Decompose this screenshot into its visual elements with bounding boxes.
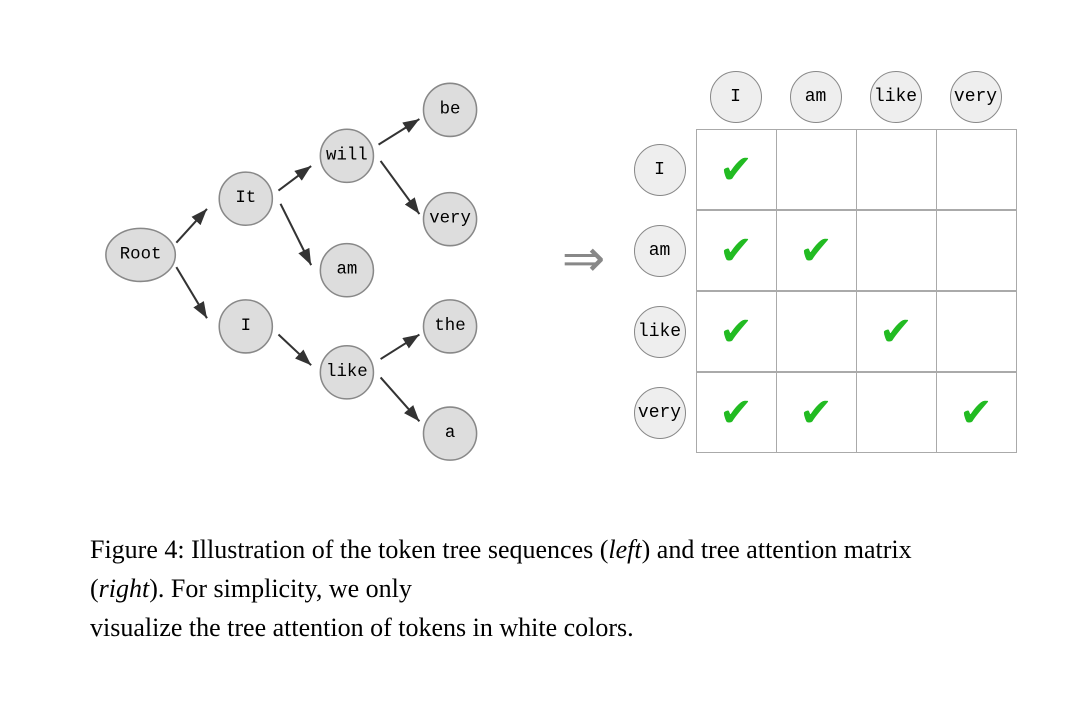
row-header-circle: very [634,387,686,439]
row-header-circle: I [634,144,686,196]
implication-arrow: ⇒ [562,234,606,286]
matrix-cell [937,211,1017,291]
matrix-cell: ✔ [777,373,857,453]
matrix-cell [777,130,857,210]
matrix-cells: ✔ [696,129,1017,210]
matrix-cell: ✔ [777,211,857,291]
caption-figure: Figure 4: [90,535,185,564]
matrix-cell: ✔ [697,373,777,453]
caption-italic2: right [99,574,150,603]
row-header-cell: very [624,387,696,439]
matrix-row: I✔ [624,129,1017,210]
col-header-circle: very [950,71,1002,123]
row-header-circle: am [634,225,686,277]
matrix-section: IamlikeveryI✔am✔✔like✔✔very✔✔✔ [624,67,1017,453]
col-header-row: Iamlike very [696,71,1017,123]
tree-section: Root It I will am like be [64,20,544,500]
caption-text4: ). For simplicity, we only [149,574,412,603]
caption-text1: Illustration of the token tree sequences… [185,535,609,564]
node-a-label: a [444,424,454,443]
row-header-cell: I [624,144,696,196]
node-like-label: like [326,363,368,382]
main-container: Root It I will am like be [0,0,1080,708]
matrix-cells: ✔✔ [696,210,1017,291]
matrix-row: am✔✔ [624,210,1017,291]
col-header-cell: I [696,71,776,123]
node-the-label: the [434,317,465,336]
tree-svg: Root It I will am like be [64,20,544,500]
col-header-cell: like [856,71,936,123]
matrix-cell [857,373,937,453]
matrix-cells: ✔✔✔ [696,372,1017,453]
matrix-cell: ✔ [937,373,1017,453]
matrix-body: IamlikeveryI✔am✔✔like✔✔very✔✔✔ [624,71,1017,453]
matrix-cell [857,130,937,210]
node-will-label: will [326,146,368,165]
arrow-section: ⇒ [544,234,624,286]
matrix-cell [937,292,1017,372]
matrix-cell: ✔ [697,211,777,291]
row-header-circle: like [634,306,686,358]
node-am-label: am [336,261,357,280]
matrix-row: very✔✔✔ [624,372,1017,453]
row-header-cell: am [624,225,696,277]
matrix-row: like✔✔ [624,291,1017,372]
caption-line2: visualize the tree attention of tokens i… [90,613,634,642]
caption-italic1: left [608,535,641,564]
col-header-circle: am [790,71,842,123]
matrix-cells: ✔✔ [696,291,1017,372]
matrix-cell: ✔ [697,292,777,372]
matrix-cell [857,211,937,291]
matrix-cell: ✔ [697,130,777,210]
matrix-cell: ✔ [857,292,937,372]
node-root-label: Root [119,245,161,264]
caption-area: Figure 4: Illustration of the token tree… [90,530,990,647]
node-i-label: I [240,317,250,336]
node-be-label: be [439,100,460,119]
diagram-area: Root It I will am like be [40,20,1040,500]
col-header-cell: am [776,71,856,123]
node-very-label: very [429,210,471,229]
row-header-cell: like [624,306,696,358]
col-header-circle: I [710,71,762,123]
col-header-circle: like [870,71,922,123]
col-header-cell: very [936,71,1016,123]
node-it-label: It [235,189,256,208]
matrix-cell [937,130,1017,210]
caption-text2: ) [642,535,651,564]
matrix-cell [777,292,857,372]
